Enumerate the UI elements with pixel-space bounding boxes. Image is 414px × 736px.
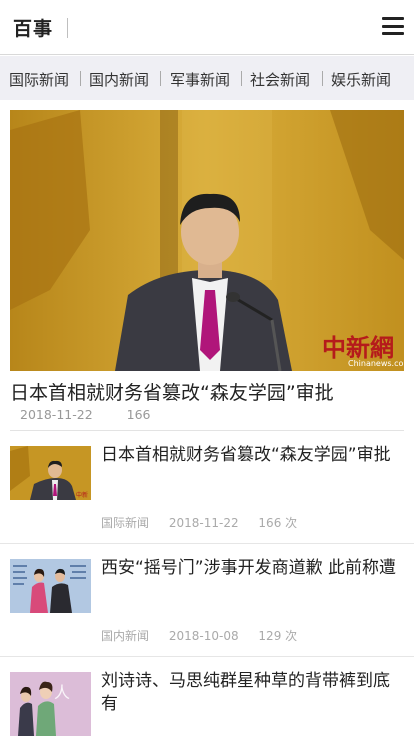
news-date: 2018-11-22 — [168, 516, 239, 530]
logo-divider — [67, 18, 68, 38]
top-header: 百事 — [0, 0, 414, 55]
category-nav: 国际新闻 国内新闻 军事新闻 社会新闻 娱乐新闻 — [0, 56, 414, 100]
svg-text:中新: 中新 — [76, 491, 88, 499]
watermark-logo: 中新網 — [322, 333, 394, 362]
news-list-item[interactable]: 中新 日本首相就财务省篡改“森友学园”审批 国际新闻 2018-11-22 16… — [0, 444, 414, 530]
featured-news-meta: 2018-11-22 166 — [20, 407, 181, 422]
news-category: 国际新闻 — [101, 516, 150, 530]
nav-item-society[interactable]: 社会新闻 — [250, 69, 310, 90]
site-logo[interactable]: 百事 — [13, 14, 53, 41]
nav-separator — [160, 71, 161, 86]
news-thumbnail: 中新 — [10, 446, 91, 500]
news-category: 国内新闻 — [101, 629, 150, 643]
nav-separator — [80, 71, 81, 86]
featured-news-title[interactable]: 日本首相就财务省篡改“森友学园”审批 — [10, 378, 410, 405]
news-date: 2018-10-08 — [168, 629, 239, 643]
featured-date: 2018-11-22 — [20, 407, 93, 422]
featured-news-image[interactable]: 中新網 Chinanews.com — [10, 110, 404, 371]
hamburger-menu-icon[interactable] — [382, 16, 404, 38]
news-title[interactable]: 西安“摇号门”涉事开发商道歉 此前称遭 — [101, 557, 401, 580]
nav-item-domestic[interactable]: 国内新闻 — [89, 69, 149, 90]
news-meta: 国内新闻 2018-10-08 129 次 — [101, 627, 313, 644]
divider — [0, 543, 414, 544]
watermark-url: Chinanews.com — [348, 359, 404, 368]
nav-separator — [241, 71, 242, 86]
news-list-item[interactable]: 人 刘诗诗、马思纯群星种草的背带裤到底有 — [0, 670, 414, 736]
nav-item-international[interactable]: 国际新闻 — [9, 69, 69, 90]
news-thumbnail: 人 — [10, 672, 91, 736]
news-meta: 国际新闻 2018-11-22 166 次 — [101, 514, 313, 531]
featured-views: 166 — [126, 407, 151, 422]
divider — [10, 430, 404, 431]
divider — [0, 656, 414, 657]
svg-text:人: 人 — [54, 683, 70, 702]
nav-separator — [322, 71, 323, 86]
news-list-item[interactable]: 西安“摇号门”涉事开发商道歉 此前称遭 国内新闻 2018-10-08 129 … — [0, 557, 414, 643]
news-thumbnail — [10, 559, 91, 613]
news-views: 166 次 — [258, 516, 298, 530]
nav-item-military[interactable]: 军事新闻 — [170, 69, 230, 90]
news-title[interactable]: 日本首相就财务省篡改“森友学园”审批 — [101, 444, 401, 467]
news-title[interactable]: 刘诗诗、马思纯群星种草的背带裤到底有 — [101, 670, 401, 716]
news-views: 129 次 — [258, 629, 298, 643]
nav-item-entertainment[interactable]: 娱乐新闻 — [331, 69, 391, 90]
